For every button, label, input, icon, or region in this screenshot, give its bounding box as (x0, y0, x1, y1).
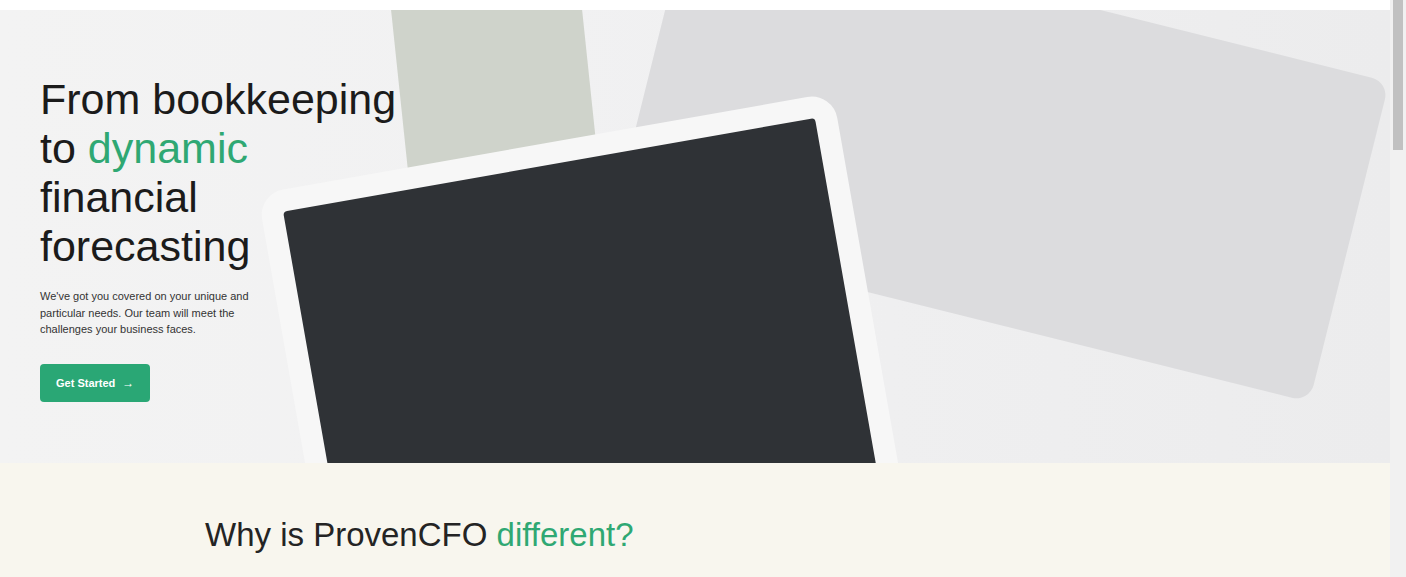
main: From bookkeepingto dynamicfinancialforec… (0, 0, 1390, 577)
title-segment: financial (40, 173, 198, 221)
description-line: We've got you covered on your unique and (40, 288, 249, 305)
title-line: forecasting (40, 222, 396, 271)
hero-content: From bookkeepingto dynamicfinancialforec… (0, 10, 1390, 402)
title-line: to dynamic (40, 124, 396, 173)
why-section: Why is ProvenCFO different? (0, 463, 1390, 577)
title-line: From bookkeeping (40, 75, 396, 124)
title-segment: forecasting (40, 222, 250, 270)
heading-segment: Why is ProvenCFO (205, 516, 497, 553)
title-segment: dynamic (88, 124, 248, 172)
description-line: challenges your business faces. (40, 321, 249, 338)
heading-segment: different? (497, 516, 634, 553)
scrollbar[interactable] (1390, 0, 1406, 577)
section-heading: Why is ProvenCFO different? (205, 515, 1390, 555)
button-label: Get Started (56, 377, 115, 389)
hero-description: We've got you covered on your unique and… (40, 288, 249, 338)
tablet-photo (258, 93, 907, 463)
hero-title: From bookkeepingto dynamicfinancialforec… (40, 75, 396, 271)
title-line: financial (40, 173, 396, 222)
description-line: particular needs. Our team will meet the (40, 305, 249, 322)
title-segment: From bookkeeping (40, 75, 396, 123)
arrow-right-icon: → (122, 376, 134, 390)
get-started-button[interactable]: Get Started → (40, 364, 150, 402)
title-segment: to (40, 124, 88, 172)
top-strip (0, 0, 1390, 10)
scrollbar-thumb[interactable] (1393, 0, 1403, 150)
hero: From bookkeepingto dynamicfinancialforec… (0, 10, 1390, 463)
page: From bookkeepingto dynamicfinancialforec… (0, 0, 1406, 577)
